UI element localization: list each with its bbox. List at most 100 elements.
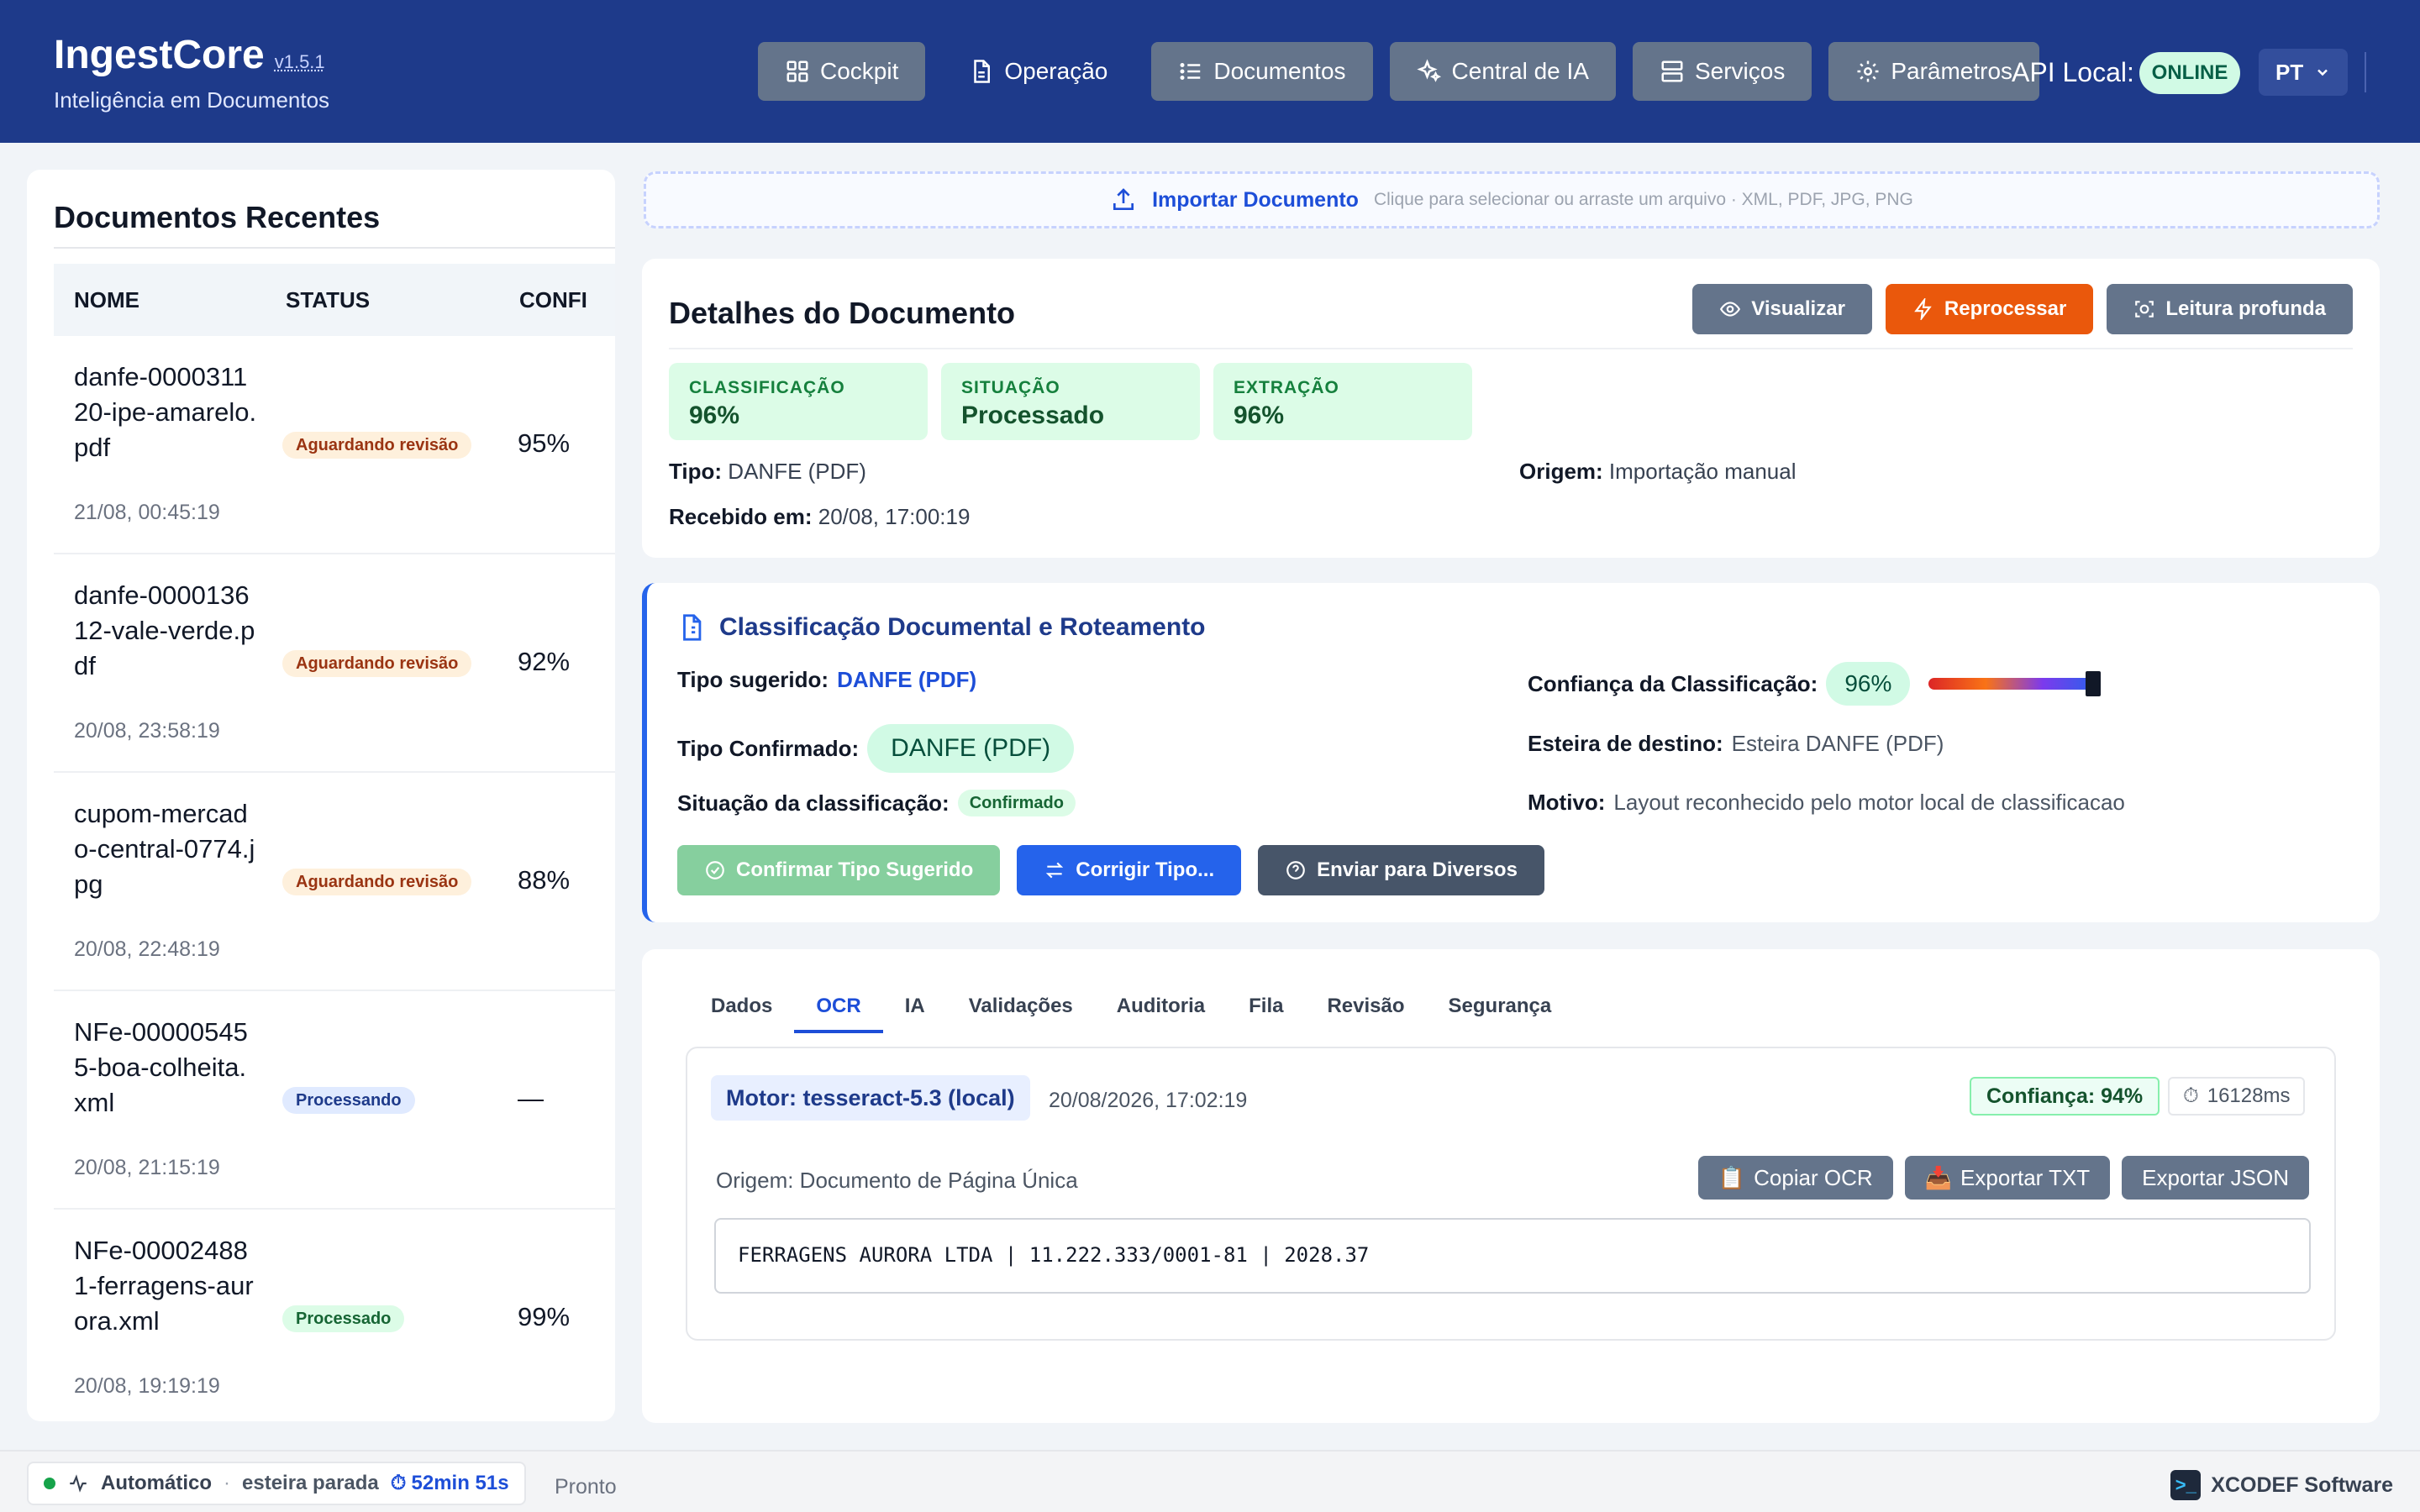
- nav-documentos[interactable]: Documentos: [1151, 42, 1373, 101]
- recent-table-body: danfe-000031120-ipe-amarelo.pdf 21/08, 0…: [54, 336, 615, 1421]
- stat-situacao: SITUAÇÃO Processado: [941, 363, 1200, 440]
- server-icon: [1661, 60, 1683, 82]
- table-row[interactable]: NFe-000024881-ferragens-aurora.xml 20/08…: [54, 1210, 615, 1421]
- correct-type-label: Corrigir Tipo...: [1076, 858, 1215, 881]
- copy-ocr-label: Copiar OCR: [1754, 1164, 1873, 1190]
- tab-validacoes[interactable]: Validações: [947, 983, 1095, 1033]
- app-version[interactable]: v1.5.1: [275, 51, 325, 72]
- document-icon: [683, 614, 702, 641]
- status-badge: Processado: [282, 1305, 405, 1332]
- document-date: 20/08, 21:15:19: [74, 1156, 220, 1179]
- column-header-name[interactable]: NOME: [74, 287, 139, 313]
- tab-ia[interactable]: IA: [883, 983, 947, 1033]
- nav-central-ia-label: Central de IA: [1451, 58, 1589, 84]
- table-row[interactable]: danfe-000013612-vale-verde.pdf 20/08, 23…: [54, 554, 615, 773]
- stopwatch-icon: ⏱: [2183, 1084, 2199, 1107]
- language-select[interactable]: PT: [2259, 49, 2348, 96]
- export-json-label: Exportar JSON: [2142, 1164, 2289, 1190]
- classification-confidence: Confiança da Classificação: 96%: [1528, 662, 2102, 706]
- status-dot: [44, 1478, 55, 1489]
- nav-parametros[interactable]: Parâmetros: [1828, 42, 2040, 101]
- tab-seguranca[interactable]: Segurança: [1427, 983, 1574, 1033]
- stat-extracao: EXTRAÇÃO 96%: [1213, 363, 1472, 440]
- document-tabs-card: Dados OCR IA Validações Auditoria Fila R…: [642, 949, 2380, 1423]
- document-tabs: Dados OCR IA Validações Auditoria Fila R…: [689, 983, 1573, 1033]
- view-button[interactable]: Visualizar: [1692, 284, 1872, 334]
- nav-servicos[interactable]: Serviços: [1632, 42, 1812, 101]
- nav-cockpit[interactable]: Cockpit: [758, 42, 926, 101]
- confirmed-type-label: Tipo Confirmado:: [677, 735, 860, 761]
- classification-situation-badge: Confirmado: [957, 790, 1076, 816]
- table-row[interactable]: cupom-mercado-central-0774.jpg 20/08, 22…: [54, 773, 615, 991]
- scan-icon: [2135, 301, 2154, 318]
- stat-value: Processado: [961, 402, 1105, 429]
- automation-status[interactable]: Automático · esteira parada ⏱ 52min 51s: [27, 1462, 526, 1505]
- column-header-confidence[interactable]: CONFI: [519, 287, 587, 313]
- export-txt-button[interactable]: 📥 Exportar TXT: [1904, 1156, 2111, 1200]
- nav-central-ia[interactable]: Central de IA: [1389, 42, 1616, 101]
- api-status-badge: ONLINE: [2139, 52, 2240, 94]
- tab-fila[interactable]: Fila: [1227, 983, 1305, 1033]
- doc-type-label: Tipo:: [669, 459, 723, 484]
- main-nav: Cockpit Operação Documentos Central de I…: [758, 42, 2040, 101]
- ocr-text-output[interactable]: FERRAGENS AURORA LTDA | 11.222.333/0001-…: [714, 1218, 2311, 1294]
- import-dropzone[interactable]: Importar Documento Clique para seleciona…: [644, 171, 2380, 228]
- doc-origin-label: Origem:: [1519, 459, 1603, 484]
- destination-belt-label: Esteira de destino:: [1528, 731, 1723, 756]
- activity-icon: [70, 1474, 87, 1493]
- details-title: Detalhes do Documento: [669, 296, 1016, 330]
- ocr-duration-value: 16128ms: [2207, 1084, 2291, 1107]
- app-state: Pronto: [555, 1475, 617, 1499]
- table-row[interactable]: NFe-000005455-boa-colheita.xml 20/08, 21…: [54, 991, 615, 1210]
- suggested-type: Tipo sugerido: DANFE (PDF): [677, 667, 976, 693]
- import-hint: Clique para selecionar ou arraste um arq…: [1373, 190, 1913, 209]
- nav-parametros-label: Parâmetros: [1891, 58, 2013, 84]
- check-circle-icon: [706, 861, 724, 879]
- confirm-suggested-type-button[interactable]: Confirmar Tipo Sugerido: [677, 845, 1001, 895]
- terminal-logo-icon: >_: [2170, 1470, 2202, 1500]
- tab-ocr[interactable]: OCR: [794, 983, 883, 1033]
- timer: ⏱ 52min 51s: [391, 1472, 509, 1495]
- document-date: 20/08, 19:19:19: [74, 1374, 220, 1398]
- nav-operacao[interactable]: Operação: [942, 42, 1134, 101]
- footer-brand: >_ XCODEF Software: [2170, 1470, 2393, 1500]
- tab-auditoria[interactable]: Auditoria: [1095, 983, 1227, 1033]
- ocr-actions: 📋 Copiar OCR 📥 Exportar TXT Exportar JSO…: [1697, 1156, 2309, 1200]
- document-date: 20/08, 23:58:19: [74, 719, 220, 743]
- recent-table-header: NOME STATUS CONFI: [54, 264, 615, 336]
- api-label: API Local:: [2012, 57, 2134, 87]
- doc-type-value: DANFE (PDF): [728, 459, 866, 484]
- confirmed-type: Tipo Confirmado: DANFE (PDF): [677, 724, 1075, 773]
- app-subtitle: Inteligência em Documentos: [54, 87, 330, 113]
- upload-icon: [1113, 188, 1134, 210]
- confirmed-type-pill: DANFE (PDF): [867, 724, 1075, 773]
- column-header-status[interactable]: STATUS: [286, 287, 370, 313]
- doc-received: Recebido em: 20/08, 17:00:19: [669, 504, 970, 530]
- classification-card: Classificação Documental e Roteamento Ti…: [642, 583, 2380, 922]
- correct-type-button[interactable]: Corrigir Tipo...: [1017, 845, 1242, 895]
- deep-read-button[interactable]: Leitura profunda: [2107, 284, 2353, 334]
- suggested-type-label: Tipo sugerido:: [677, 667, 829, 692]
- ocr-engine-badge: Motor: tesseract-5.3 (local): [711, 1075, 1030, 1121]
- confidence-bar: [1928, 671, 2102, 696]
- document-confidence: 92%: [518, 647, 571, 676]
- reprocess-button[interactable]: Reprocessar: [1885, 284, 2094, 334]
- export-json-button[interactable]: Exportar JSON: [2122, 1156, 2309, 1200]
- ocr-duration-badge: ⏱ 16128ms: [2168, 1077, 2306, 1116]
- send-to-misc-button[interactable]: Enviar para Diversos: [1258, 845, 1544, 895]
- tab-dados[interactable]: Dados: [689, 983, 794, 1033]
- copy-ocr-button[interactable]: 📋 Copiar OCR: [1697, 1156, 1893, 1200]
- destination-belt-value: Esteira DANFE (PDF): [1731, 731, 1944, 756]
- ocr-confidence-badge: Confiança: 94%: [1970, 1077, 2160, 1116]
- swap-icon: [1046, 862, 1064, 879]
- inbox-tray-icon: 📥: [1924, 1164, 1953, 1190]
- nav-cockpit-label: Cockpit: [820, 58, 899, 84]
- document-name: cupom-mercado-central-0774.jpg: [74, 799, 255, 899]
- classification-confidence-label: Confiança da Classificação:: [1528, 670, 1818, 696]
- deep-read-button-label: Leitura profunda: [2165, 297, 2326, 320]
- stat-classificacao: CLASSIFICAÇÃO 96%: [669, 363, 928, 440]
- header-divider: [2365, 52, 2366, 92]
- table-row[interactable]: danfe-000031120-ipe-amarelo.pdf 21/08, 0…: [54, 336, 615, 554]
- tab-revisao[interactable]: Revisão: [1305, 983, 1426, 1033]
- doc-received-label: Recebido em:: [669, 504, 813, 529]
